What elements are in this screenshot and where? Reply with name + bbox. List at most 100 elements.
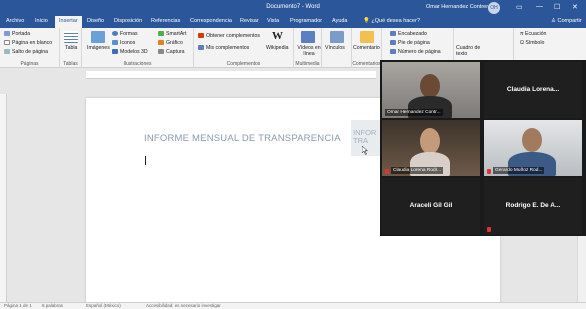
mouse-pointer-icon — [362, 146, 368, 155]
group-label-comentarios: Comentarios — [352, 61, 381, 67]
ribbon-tabs: Archivo Inicio Insertar Diseño Disposici… — [0, 16, 586, 28]
imagenes-button[interactable]: Imágenes — [87, 45, 110, 51]
vertical-ruler[interactable] — [0, 94, 7, 302]
pictures-icon[interactable] — [91, 31, 105, 43]
chart-icon — [158, 40, 164, 45]
tab-programador[interactable]: Programador — [290, 18, 322, 24]
icons-icon — [112, 40, 118, 45]
tab-referencias[interactable]: Referencias — [151, 18, 180, 24]
captura-button[interactable]: Captura — [158, 49, 184, 55]
formas-button[interactable]: Formas — [112, 31, 138, 37]
group-label-multimedia: Multimedia — [295, 61, 320, 67]
group-multimedia: Vídeos en línea Multimedia — [294, 28, 322, 68]
numero-de-pagina-button[interactable]: Número de página — [390, 49, 441, 55]
tab-inicio[interactable]: Inicio — [35, 18, 48, 24]
tab-disposicion[interactable]: Disposición — [114, 18, 142, 24]
comment-icon[interactable] — [360, 31, 374, 43]
page-break-icon — [4, 49, 10, 54]
pie-de-pagina-button[interactable]: Pie de página — [390, 40, 430, 46]
header-icon — [390, 31, 396, 36]
participant-tile[interactable]: Araceli Gil Gil — [382, 178, 480, 234]
textbox-line-2: TRA — [353, 136, 368, 145]
tab-diseno[interactable]: Diseño — [87, 18, 104, 24]
maximize-button[interactable]: ☐ — [554, 3, 560, 11]
participant-name: Claudia Lorena Rodr... — [391, 167, 443, 174]
muted-mic-icon — [385, 169, 389, 174]
video-icon[interactable] — [301, 31, 315, 43]
blank-page-icon — [4, 40, 10, 45]
participant-name: Claudia Lorena... — [506, 86, 560, 93]
close-button[interactable]: ✕ — [572, 3, 578, 11]
muted-mic-icon — [487, 169, 491, 174]
tab-correspondencia[interactable]: Correspondencia — [190, 18, 232, 24]
tab-vista[interactable]: Vista — [267, 18, 279, 24]
participant-head — [420, 74, 440, 98]
participant-head — [522, 128, 542, 152]
comentario-button[interactable]: Comentario — [353, 45, 380, 51]
participant-tile[interactable]: Omar Hernandez Contr... — [382, 62, 480, 118]
tell-me-search[interactable]: 💡 ¿Qué desea hacer? — [363, 18, 420, 24]
ecuacion-button[interactable]: π Ecuación — [520, 31, 546, 37]
salto-de-pagina-button[interactable]: Salto de página — [4, 49, 48, 55]
link-icon[interactable] — [330, 31, 344, 43]
signed-in-user[interactable]: Omar Hernandez Contreras — [426, 4, 494, 10]
participant-tile[interactable]: Claudia Lorena... — [484, 62, 582, 118]
encabezado-button[interactable]: Encabezado — [390, 31, 427, 37]
group-tablas: Tabla Tablas — [60, 28, 82, 68]
cuadro-de-texto-button[interactable]: Cuadro de texto — [456, 45, 482, 57]
participant-name: Gerardo Muñoz Rod... — [493, 167, 545, 174]
ribbon-display-icon[interactable]: ▭ — [516, 3, 523, 11]
horizontal-ruler[interactable] — [86, 71, 376, 79]
mis-complementos-button[interactable]: Mis complementos — [198, 45, 249, 51]
videos-en-linea-button[interactable]: Vídeos en línea — [296, 45, 322, 57]
group-label-tablas: Tablas — [63, 61, 78, 67]
tab-ayuda[interactable]: Ayuda — [332, 18, 348, 24]
document-heading[interactable]: INFORME MENSUAL DE TRANSPARENCIA — [144, 133, 341, 144]
tab-archivo[interactable]: Archivo — [6, 18, 24, 24]
obtener-complementos-button[interactable]: Obtener complementos — [198, 33, 260, 39]
simbolo-button[interactable]: Ω Símbolo — [520, 40, 544, 46]
share-button[interactable]: ♙ Compartir — [551, 18, 582, 24]
grafico-button[interactable]: Gráfico — [158, 40, 183, 46]
iconos-button[interactable]: Iconos — [112, 40, 135, 46]
portada-button[interactable]: Portada — [4, 31, 30, 37]
cover-page-icon — [4, 31, 10, 36]
status-bar: Página 1 de 1 6 palabras Español (México… — [0, 302, 586, 309]
text-cursor — [145, 156, 146, 165]
wikipedia-icon[interactable]: W — [272, 30, 283, 42]
vinculos-button[interactable]: Vínculos — [325, 45, 345, 51]
participant-tile[interactable]: Rodrigo E. De A... — [484, 178, 582, 234]
group-comentarios: Comentario Comentarios — [352, 28, 382, 68]
page-number-icon — [390, 49, 396, 54]
accessibility-indicator[interactable]: Accesibilidad: es necesario investigar — [146, 303, 221, 308]
title-bar: Documento7 - Word Omar Hernandez Contrer… — [0, 0, 586, 16]
group-complementos: Obtener complementos Mis complementos W … — [194, 28, 294, 68]
page-count[interactable]: Página 1 de 1 — [4, 303, 32, 308]
word-count[interactable]: 6 palabras — [42, 303, 63, 308]
group-label-paginas: Páginas — [20, 61, 39, 67]
table-icon[interactable] — [64, 31, 78, 43]
pagina-en-blanco-button[interactable]: Página en blanco — [4, 40, 52, 46]
group-ilustraciones: Imágenes Formas Iconos Modelos 3D SmartA… — [82, 28, 194, 68]
participant-tile[interactable]: Claudia Lorena Rodr... — [382, 120, 480, 176]
wikipedia-button[interactable]: Wikipedia — [266, 45, 289, 51]
group-paginas: Portada Página en blanco Salto de página… — [0, 28, 60, 68]
participant-name: Araceli Gil Gil — [409, 202, 453, 209]
user-avatar[interactable]: OH — [488, 2, 500, 14]
smartart-icon — [158, 31, 164, 36]
footer-icon — [390, 40, 396, 45]
participant-tile[interactable]: Gerardo Muñoz Rod... — [484, 120, 582, 176]
group-label-complementos: Complementos — [226, 61, 261, 67]
language-indicator[interactable]: Español (México) — [86, 303, 121, 308]
cube-icon — [112, 49, 118, 54]
participant-head — [420, 128, 440, 154]
minimize-button[interactable]: — — [536, 3, 543, 10]
tabla-button[interactable]: Tabla — [65, 45, 77, 51]
video-meeting-panel: Omar Hernandez Contr... Claudia Lorena..… — [380, 60, 586, 236]
participant-name: Omar Hernandez Contr... — [385, 109, 443, 116]
smartart-button[interactable]: SmartArt — [158, 31, 186, 37]
tab-insertar[interactable]: Insertar — [55, 16, 82, 28]
group-label-ilustraciones: Ilustraciones — [123, 61, 152, 67]
tab-revisar[interactable]: Revisar — [240, 18, 259, 24]
modelos-3d-button[interactable]: Modelos 3D — [112, 49, 148, 55]
